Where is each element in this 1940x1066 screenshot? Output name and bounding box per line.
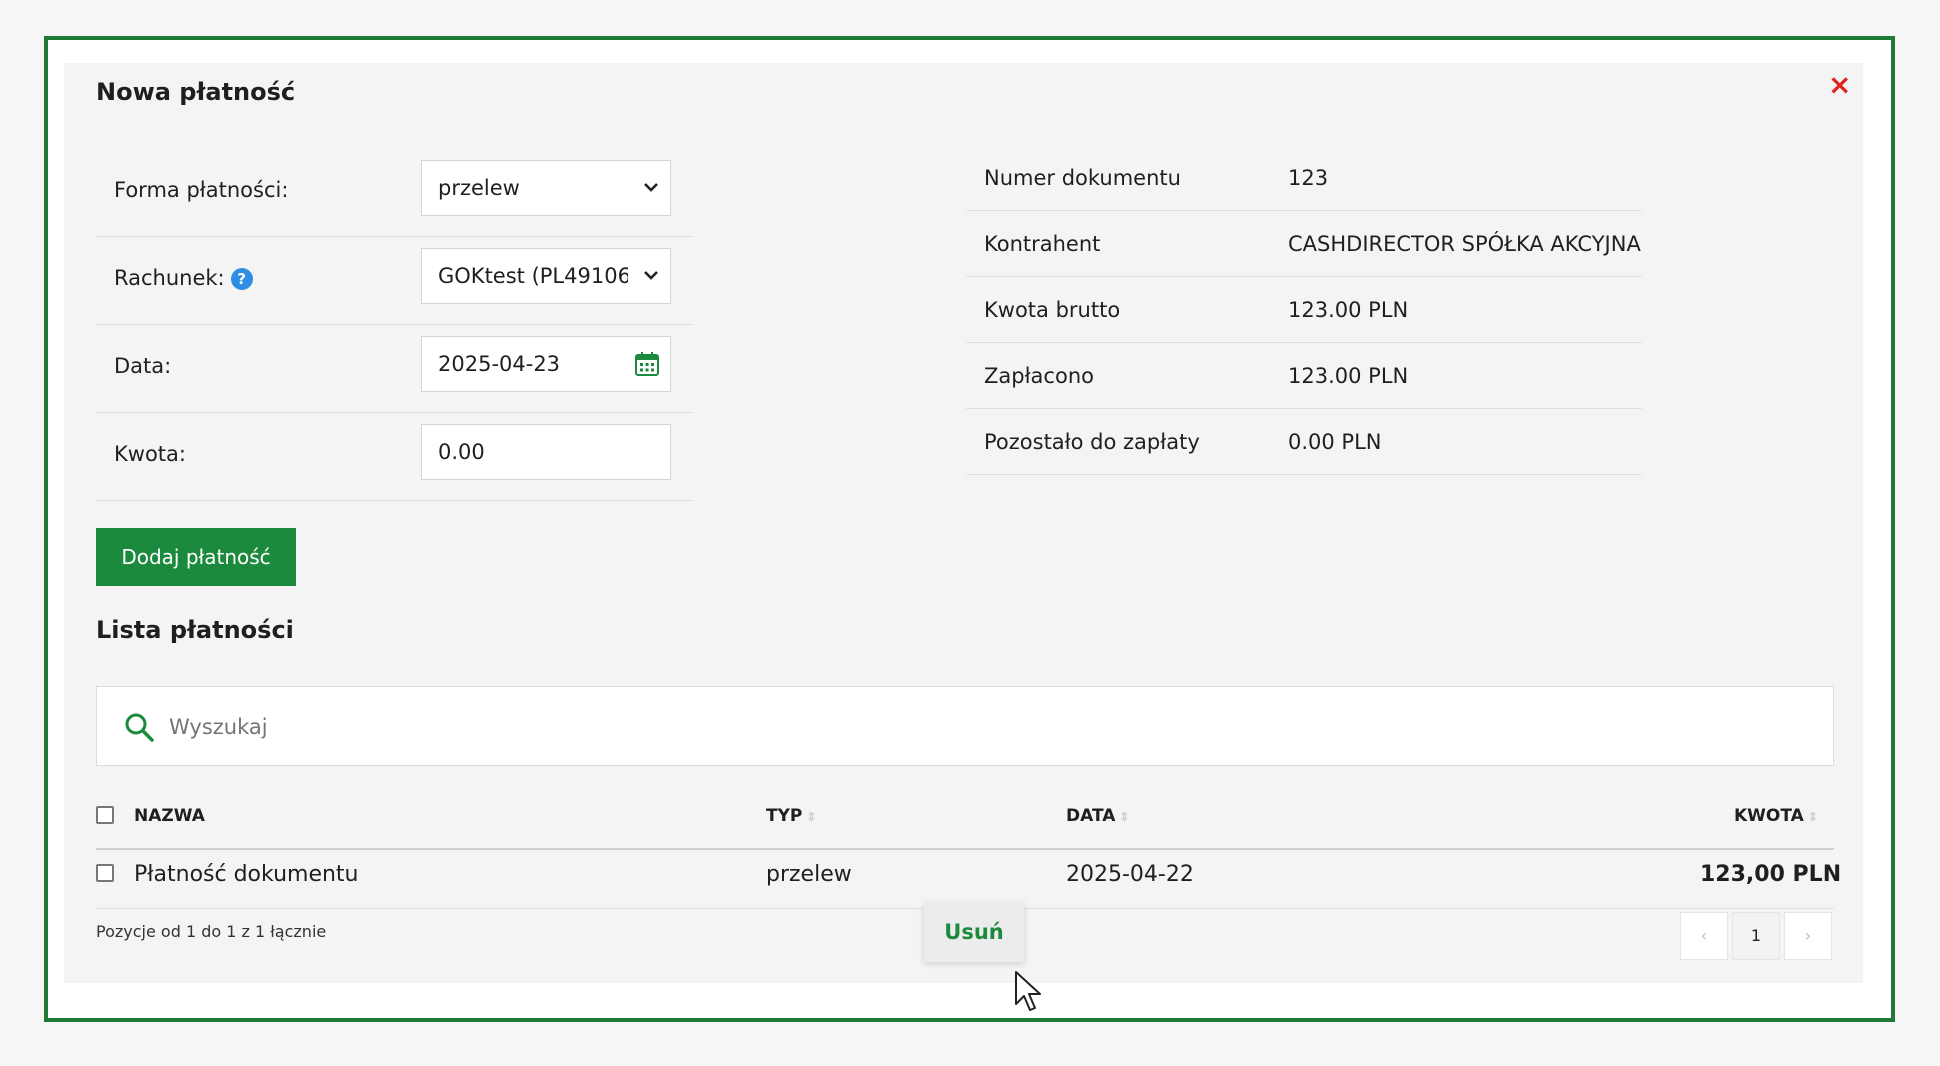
account-label: Rachunek: xyxy=(114,266,225,290)
calendar-icon[interactable] xyxy=(634,351,660,377)
close-icon[interactable]: × xyxy=(1828,68,1851,101)
account-value: GOKtest (PL49106( xyxy=(438,264,628,288)
info-label: Pozostało do zapłaty xyxy=(984,430,1200,454)
info-row-paid: Zapłacono 123.00 PLN xyxy=(966,342,1642,409)
chevron-down-icon xyxy=(642,161,660,215)
column-header-amount[interactable]: KWOTA ⇕ xyxy=(1734,806,1818,826)
column-header-label: KWOTA xyxy=(1734,806,1804,826)
column-header-label: TYP xyxy=(766,806,803,826)
date-label: Data: xyxy=(114,354,172,378)
info-value: 123.00 PLN xyxy=(1288,298,1409,322)
info-row-contractor: Kontrahent CASHDIRECTOR SPÓŁKA AKCYJNA xyxy=(966,210,1642,277)
pagination-info: Pozycje od 1 do 1 z 1 łącznie xyxy=(96,922,327,941)
delete-button[interactable]: Usuń xyxy=(924,902,1024,962)
info-label: Zapłacono xyxy=(984,364,1094,388)
form-row-account: Rachunek:? GOKtest (PL49106( xyxy=(96,236,692,325)
column-header-label: NAZWA xyxy=(134,806,205,826)
amount-label: Kwota: xyxy=(114,442,186,466)
row-type: przelew xyxy=(766,862,852,887)
prev-page-button[interactable]: ‹ xyxy=(1680,912,1728,960)
form-row-date: Data: 2025-04-23 xyxy=(96,324,692,413)
search-box xyxy=(96,686,1834,766)
row-date: 2025-04-22 xyxy=(1066,862,1194,887)
form-row-payment-form: Forma płatności: przelew xyxy=(96,148,692,237)
amount-value: 0.00 xyxy=(438,440,485,464)
info-label: Kontrahent xyxy=(984,232,1101,256)
info-row-gross-amount: Kwota brutto 123.00 PLN xyxy=(966,276,1642,343)
info-value: 0.00 PLN xyxy=(1288,430,1382,454)
select-all-checkbox[interactable] xyxy=(96,806,114,824)
help-icon[interactable]: ? xyxy=(230,268,253,290)
add-payment-button[interactable]: Dodaj płatność xyxy=(96,528,296,586)
amount-input[interactable]: 0.00 xyxy=(421,424,671,480)
payment-form-select[interactable]: przelew xyxy=(421,160,671,216)
mouse-cursor-icon xyxy=(1015,971,1041,1011)
sort-icon: ⇕ xyxy=(806,810,817,824)
column-header-type[interactable]: TYP ⇕ xyxy=(766,806,816,826)
row-checkbox[interactable] xyxy=(96,864,114,882)
row-name: Płatność dokumentu xyxy=(134,862,359,887)
info-value: CASHDIRECTOR SPÓŁKA AKCYJNA xyxy=(1288,232,1641,256)
next-page-button[interactable]: › xyxy=(1784,912,1832,960)
account-label-group: Rachunek:? xyxy=(114,266,253,290)
search-input[interactable] xyxy=(167,705,1671,749)
info-label: Numer dokumentu xyxy=(984,166,1181,190)
info-row-remaining: Pozostało do zapłaty 0.00 PLN xyxy=(966,408,1642,475)
info-value: 123.00 PLN xyxy=(1288,364,1409,388)
payment-form-value: przelew xyxy=(438,176,520,200)
modal-title: Nowa płatność xyxy=(96,78,296,106)
row-amount: 123,00 PLN xyxy=(1700,862,1842,887)
column-header-label: DATA xyxy=(1066,806,1116,826)
date-input[interactable]: 2025-04-23 xyxy=(421,336,671,392)
form-row-amount: Kwota: 0.00 xyxy=(96,412,692,501)
date-value: 2025-04-23 xyxy=(438,352,561,376)
search-icon xyxy=(125,713,154,742)
table-header-divider xyxy=(96,848,1834,850)
page-1-button[interactable]: 1 xyxy=(1732,912,1780,960)
payment-form-label: Forma płatności: xyxy=(114,178,289,202)
info-value: 123 xyxy=(1288,166,1329,190)
sort-icon: ⇕ xyxy=(1119,810,1130,824)
info-row-doc-number: Numer dokumentu 123 xyxy=(966,144,1642,211)
chevron-down-icon xyxy=(642,249,660,303)
sort-icon: ⇕ xyxy=(1807,810,1818,824)
account-select[interactable]: GOKtest (PL49106( xyxy=(421,248,671,304)
info-label: Kwota brutto xyxy=(984,298,1121,322)
column-header-name[interactable]: NAZWA xyxy=(134,806,205,826)
payment-list-title: Lista płatności xyxy=(96,616,294,644)
column-header-date[interactable]: DATA ⇕ xyxy=(1066,806,1129,826)
